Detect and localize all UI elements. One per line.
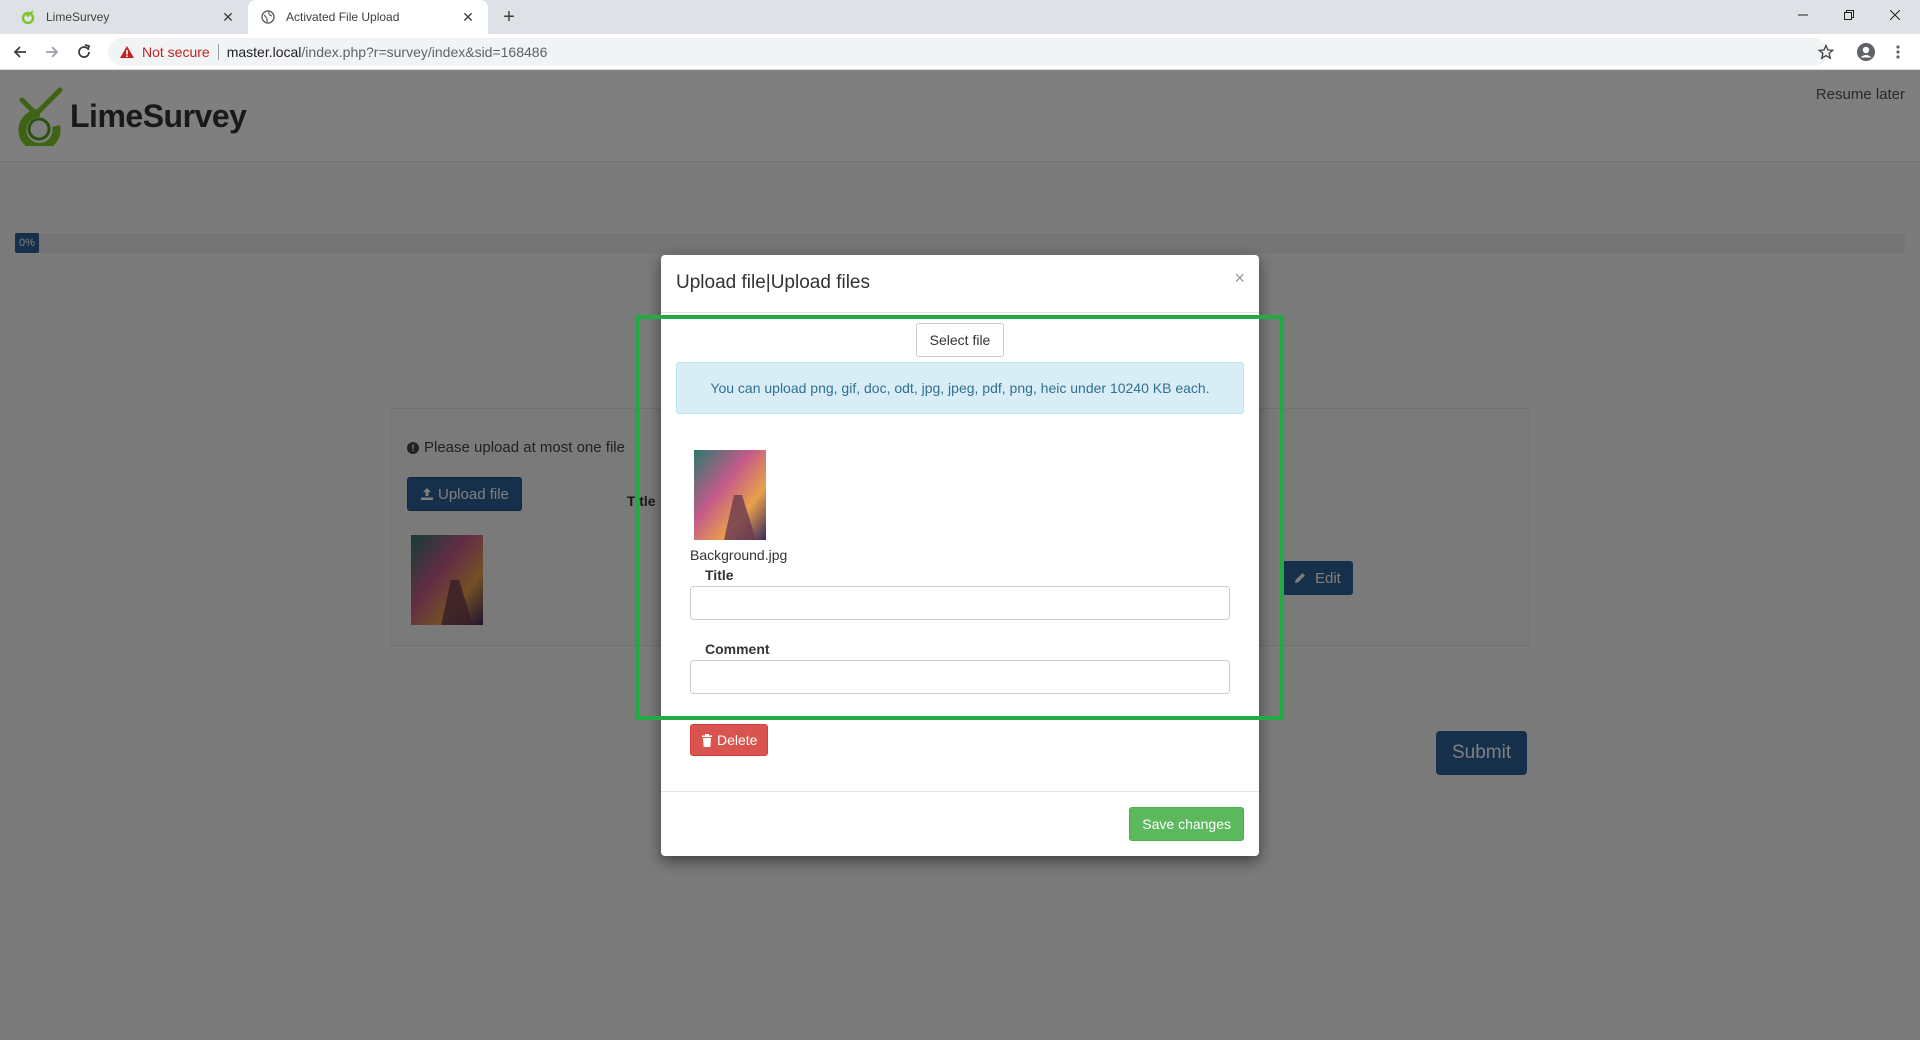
url-host: master.local [226,44,302,60]
globe-icon [260,9,276,25]
reload-icon[interactable] [72,40,96,64]
new-tab-plus-icon[interactable]: + [498,6,520,28]
window-close-icon[interactable] [1872,0,1918,30]
forward-arrow-icon[interactable] [40,40,64,64]
file-name: Background.jpg [690,547,788,563]
browser-menu-icon[interactable] [1886,40,1910,64]
browser-tab-activated-file-upload[interactable]: Activated File Upload ✕ [248,0,488,34]
save-changes-button[interactable]: Save changes [1129,807,1244,841]
comment-input[interactable] [690,660,1230,694]
close-icon[interactable]: ✕ [460,9,476,25]
browser-tab-title: LimeSurvey [46,10,110,24]
upload-files-modal: Upload file|Upload files × Select file Y… [661,255,1259,856]
browser-toolbar: Not secure master.local/index.php?r=surv… [0,34,1920,70]
warning-icon [118,43,136,61]
browser-tab-bar: LimeSurvey ✕ Activated File Upload ✕ + [0,0,1920,34]
browser-tab-limesurvey[interactable]: LimeSurvey ✕ [8,0,248,34]
modal-header: Upload file|Upload files × [661,255,1259,313]
not-secure-label[interactable]: Not secure [142,44,210,60]
survey-page: LimeSurvey Resume later 0% ! Please uplo… [0,70,1920,1040]
back-arrow-icon[interactable] [8,40,32,64]
browser-tab-title: Activated File Upload [286,10,400,24]
select-file-button[interactable]: Select file [916,323,1004,357]
title-input[interactable] [690,586,1230,620]
minimize-icon[interactable] [1780,0,1826,30]
omnibox-separator [217,44,219,60]
limesurvey-favicon-icon [20,9,36,25]
modal-close-icon[interactable]: × [1234,269,1245,287]
delete-button[interactable]: Delete [690,724,769,756]
file-preview-thumbnail [694,450,766,540]
address-bar[interactable]: Not secure master.local/index.php?r=surv… [108,38,1828,66]
delete-label: Delete [717,732,758,748]
profile-account-icon[interactable] [1854,40,1878,64]
title-field-label: Title [705,567,734,583]
modal-title: Upload file|Upload files [676,272,870,293]
url-path: /index.php?r=survey/index&sid=168486 [301,44,548,60]
comment-field-label: Comment [705,641,770,657]
restore-icon[interactable] [1826,0,1872,30]
url-text[interactable]: master.local/index.php?r=survey/index&si… [227,44,548,60]
modal-footer: Save changes [661,791,1259,856]
close-icon[interactable]: ✕ [220,9,236,25]
allowed-file-types-alert: You can upload png, gif, doc, odt, jpg, … [676,362,1244,414]
bookmark-star-icon[interactable] [1814,40,1838,64]
trash-icon [702,733,712,747]
